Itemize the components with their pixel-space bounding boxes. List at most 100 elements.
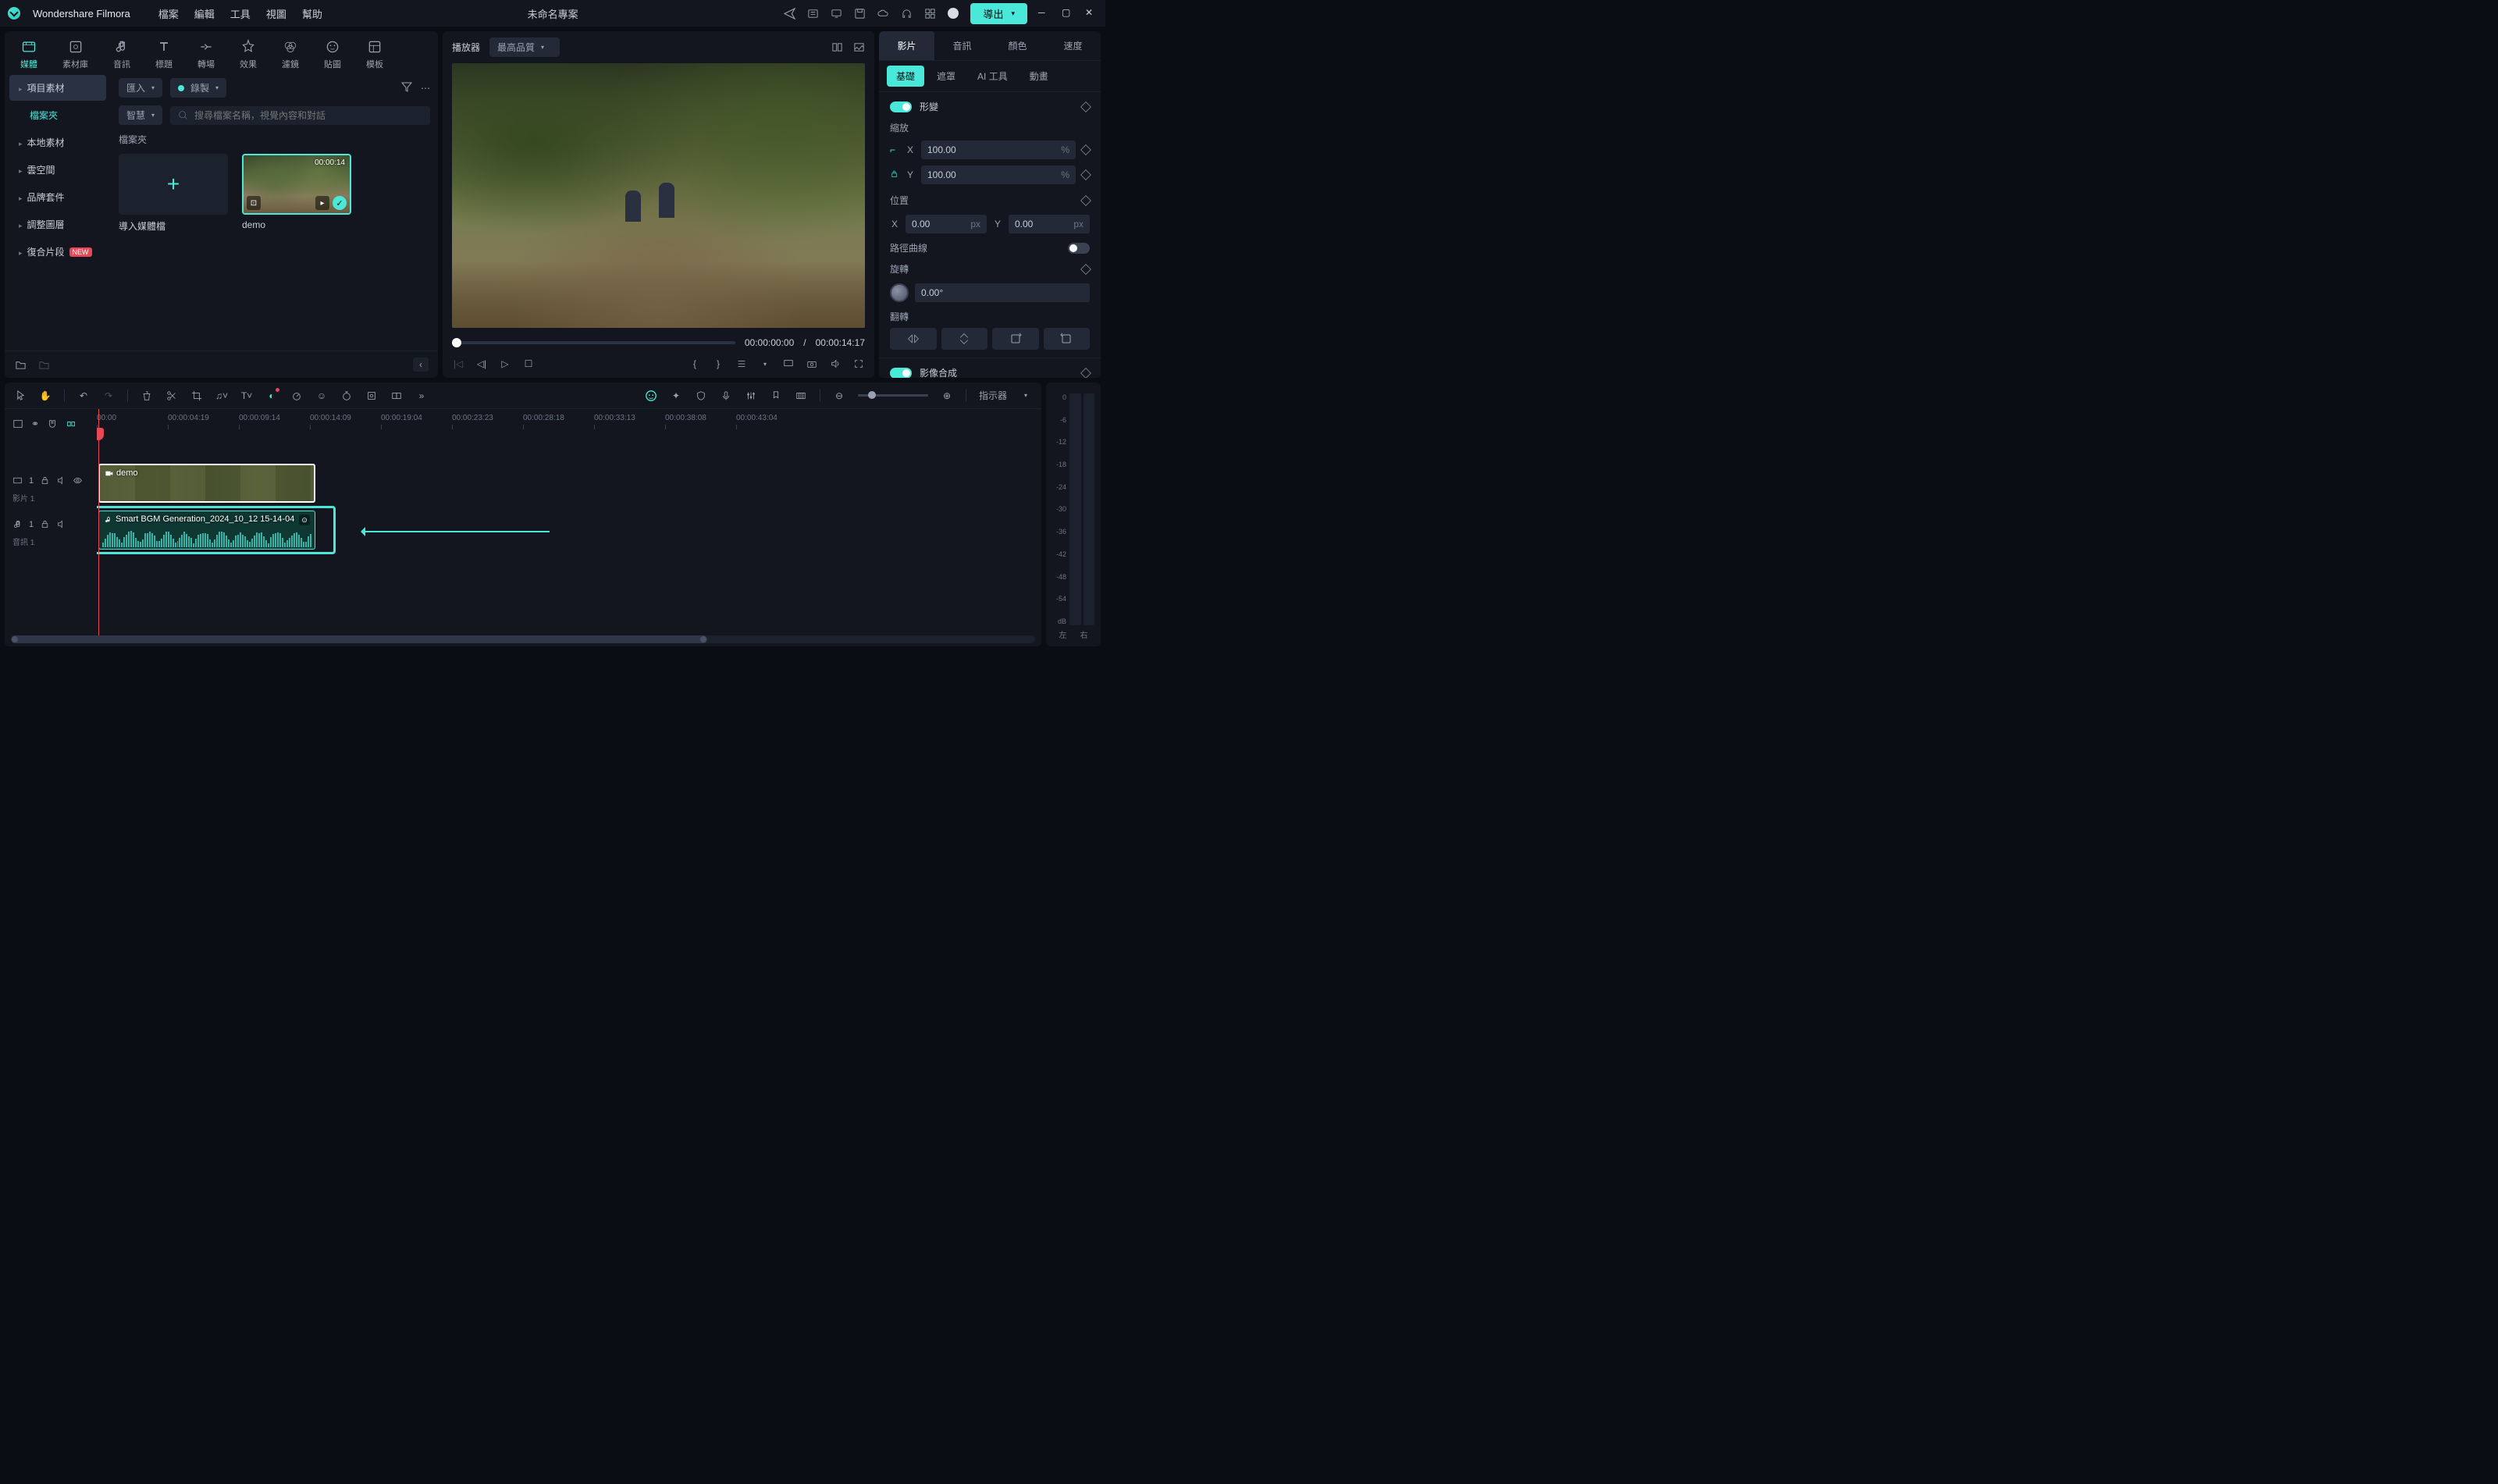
lock-icon[interactable] <box>40 519 50 529</box>
chevron-down-icon[interactable]: ▾ <box>759 358 771 370</box>
group-icon[interactable] <box>390 390 403 402</box>
rp-sub-animation[interactable]: 動畫 <box>1020 66 1058 87</box>
timer-icon[interactable] <box>340 390 353 402</box>
sparkle-icon[interactable]: ✦ <box>670 390 682 402</box>
close-button[interactable]: ✕ <box>1085 7 1098 20</box>
rotation-input[interactable]: 0.00° <box>915 283 1090 302</box>
flip-horizontal-button[interactable] <box>890 328 937 350</box>
menu-view[interactable]: 視圖 <box>266 6 286 21</box>
rotation-dial[interactable] <box>890 283 909 302</box>
fullscreen-icon[interactable] <box>852 358 865 370</box>
preview-canvas[interactable] <box>452 63 865 328</box>
tab-stock[interactable]: 素材庫 <box>62 39 88 70</box>
path-curve-toggle[interactable] <box>1068 243 1090 254</box>
step-back-icon[interactable]: ◁| <box>475 358 488 370</box>
folder-icon[interactable] <box>14 358 27 371</box>
compositing-toggle[interactable] <box>890 368 912 379</box>
marker-list-icon[interactable] <box>735 358 748 370</box>
save-icon[interactable] <box>853 7 866 20</box>
video-clip[interactable]: demo <box>98 464 315 503</box>
keyframe-icon[interactable] <box>1080 169 1091 180</box>
minimize-button[interactable]: ─ <box>1038 7 1051 20</box>
keyframe-icon[interactable] <box>1080 101 1091 112</box>
pointer-icon[interactable] <box>14 390 27 402</box>
tab-effects[interactable]: 效果 <box>240 39 257 70</box>
menu-edit[interactable]: 編輯 <box>194 6 215 21</box>
flip-vertical-button[interactable] <box>941 328 988 350</box>
magnet-icon[interactable] <box>47 418 58 432</box>
delete-icon[interactable] <box>141 390 153 402</box>
tab-media[interactable]: 媒體 <box>20 39 37 70</box>
playhead[interactable] <box>98 409 99 635</box>
audio-clip[interactable]: Smart BGM Generation_2024_10_12 15-14-04… <box>98 511 315 550</box>
tab-titles[interactable]: 標題 <box>155 39 173 70</box>
timeline-tracks[interactable]: 00:0000:00:04:1900:00:09:1400:00:14:0900… <box>97 409 1041 635</box>
scrubber-handle[interactable] <box>452 338 461 347</box>
lock-icon[interactable] <box>890 169 899 180</box>
eye-icon[interactable] <box>73 475 83 486</box>
music-note-icon[interactable]: ♫˅ <box>215 390 228 402</box>
cloud-icon[interactable] <box>877 7 889 20</box>
more-icon[interactable]: ⋯ <box>421 83 430 94</box>
audio-track[interactable]: Smart BGM Generation_2024_10_12 15-14-04… <box>97 511 1041 551</box>
menu-file[interactable]: 檔案 <box>158 6 179 21</box>
scale-x-input[interactable]: 100.00% <box>921 141 1076 159</box>
crop-icon[interactable] <box>190 390 203 402</box>
sidebar-item-adjustment[interactable]: 調整圖層 <box>9 212 106 237</box>
headphones-icon[interactable] <box>900 7 913 20</box>
monitor-icon[interactable] <box>830 7 842 20</box>
speed-icon[interactable] <box>290 390 303 402</box>
text-icon[interactable]: T˅ <box>240 390 253 402</box>
ai-icon[interactable] <box>645 390 657 402</box>
tab-audio[interactable]: 音訊 <box>113 39 130 70</box>
zoom-slider[interactable] <box>858 394 928 397</box>
mic-icon[interactable] <box>720 390 732 402</box>
rp-sub-basic[interactable]: 基礎 <box>887 66 924 87</box>
shield-icon[interactable] <box>695 390 707 402</box>
expand-icon[interactable] <box>12 418 23 432</box>
sidebar-item-local[interactable]: 本地素材 <box>9 130 106 155</box>
video-track[interactable]: demo <box>97 464 1041 504</box>
undo-icon[interactable]: ↶ <box>77 390 90 402</box>
zoom-out-icon[interactable]: ⊖ <box>833 390 845 402</box>
keyframe-icon[interactable] <box>1080 263 1091 274</box>
library-icon[interactable] <box>806 7 819 20</box>
filter-icon[interactable] <box>400 80 413 95</box>
link-icon[interactable]: ⌐ <box>890 144 899 155</box>
audio-track-header[interactable]: 1 <box>11 516 91 532</box>
folder-add-icon[interactable] <box>37 358 50 371</box>
split-icon[interactable] <box>165 390 178 402</box>
marker-icon[interactable] <box>770 390 782 402</box>
sidebar-item-compound[interactable]: 復合片段NEW <box>9 239 106 265</box>
tab-filters[interactable]: 濾鏡 <box>282 39 299 70</box>
ripple-icon[interactable] <box>66 418 77 432</box>
mark-in-icon[interactable]: { <box>689 358 701 370</box>
scrubber[interactable] <box>452 341 735 344</box>
maximize-button[interactable]: ▢ <box>1062 7 1074 20</box>
mute-icon[interactable] <box>56 475 66 486</box>
snapshot-icon[interactable] <box>806 358 818 370</box>
timeline-ruler[interactable]: 00:0000:00:04:1900:00:09:1400:00:14:0900… <box>97 409 1041 440</box>
media-card-demo[interactable]: 00:00:14 ⊡ ▸ ✓ demo <box>242 154 351 233</box>
rotate-ccw-button[interactable] <box>1044 328 1091 350</box>
keyframe-icon[interactable] <box>1080 144 1091 155</box>
pos-x-input[interactable]: 0.00px <box>906 215 987 233</box>
collapse-button[interactable]: ‹ <box>413 358 429 372</box>
chevron-down-icon[interactable]: ▾ <box>1019 390 1032 402</box>
timeline-scrollbar[interactable] <box>11 635 1035 643</box>
sidebar-item-brand[interactable]: 品牌套件 <box>9 184 106 210</box>
search-input[interactable] <box>170 106 430 125</box>
play-icon[interactable]: ▷ <box>499 358 511 370</box>
volume-icon[interactable] <box>829 358 842 370</box>
mixer-icon[interactable] <box>745 390 757 402</box>
rotate-cw-button[interactable] <box>992 328 1039 350</box>
tab-templates[interactable]: 模板 <box>366 39 383 70</box>
keyframe-icon[interactable] <box>1080 367 1091 378</box>
tab-stickers[interactable]: 貼圖 <box>324 39 341 70</box>
rp-tab-audio[interactable]: 音訊 <box>934 31 990 60</box>
image-icon[interactable] <box>852 41 865 54</box>
scale-y-input[interactable]: 100.00% <box>921 165 1076 184</box>
menu-tools[interactable]: 工具 <box>230 6 251 21</box>
zoom-in-icon[interactable]: ⊕ <box>941 390 953 402</box>
sidebar-item-folder[interactable]: 檔案夾 <box>9 102 106 128</box>
